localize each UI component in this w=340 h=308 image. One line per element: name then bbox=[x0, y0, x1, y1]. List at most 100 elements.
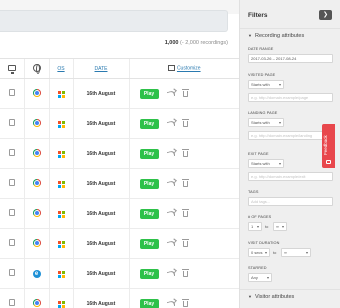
table-row[interactable]: 16th August Play bbox=[0, 198, 239, 229]
recordings-count-total: 1,000 bbox=[164, 40, 179, 46]
message-icon bbox=[326, 160, 331, 164]
browser-cell bbox=[23, 78, 49, 109]
select-value: Starts with bbox=[251, 161, 270, 166]
table-row[interactable]: 16th August Play bbox=[0, 108, 239, 139]
browser-cell bbox=[23, 288, 49, 308]
table-row[interactable]: 16th August Play bbox=[0, 288, 239, 308]
device-cell bbox=[0, 138, 24, 169]
actions-cell: Play bbox=[128, 288, 239, 308]
trash-icon[interactable] bbox=[181, 178, 189, 187]
share-icon[interactable] bbox=[166, 269, 175, 278]
share-icon[interactable] bbox=[166, 119, 175, 128]
date-cell: 16th August bbox=[72, 228, 129, 259]
trash-icon[interactable] bbox=[181, 148, 189, 157]
os-cell bbox=[48, 168, 73, 199]
visited-page-match-select[interactable]: Starts with bbox=[248, 80, 284, 89]
play-button[interactable]: Play bbox=[139, 298, 159, 308]
share-icon[interactable] bbox=[166, 299, 175, 308]
os-cell bbox=[48, 228, 73, 259]
os-cell bbox=[48, 288, 73, 308]
header-date[interactable]: DATE bbox=[72, 58, 129, 79]
caret-down-icon bbox=[279, 122, 281, 124]
duration-min-select[interactable]: 0 secs bbox=[248, 248, 270, 257]
recording-attributes-section[interactable]: ▼ Recording attributes bbox=[248, 33, 304, 39]
play-button[interactable]: Play bbox=[139, 178, 159, 189]
os-cell bbox=[48, 108, 73, 139]
trash-icon[interactable] bbox=[181, 268, 189, 277]
table-row[interactable]: 16th August Play bbox=[0, 168, 239, 199]
browser-cell bbox=[23, 168, 49, 199]
trash-icon[interactable] bbox=[181, 298, 189, 307]
feedback-tab[interactable]: Feedback bbox=[322, 124, 335, 168]
customize-link[interactable]: Customize bbox=[177, 66, 201, 72]
caret-down-icon bbox=[279, 163, 281, 165]
select-value: ∞ bbox=[284, 250, 287, 255]
table-header-row: OS DATE Customize bbox=[0, 58, 239, 79]
recordings-table: OS DATE Customize 16th August Play 16th Au… bbox=[0, 58, 239, 308]
play-button[interactable]: Play bbox=[139, 148, 159, 159]
header-os[interactable]: OS bbox=[48, 58, 73, 79]
browser-cell: e bbox=[23, 258, 49, 289]
header-device[interactable] bbox=[0, 58, 24, 79]
exit-page-match-select[interactable]: Starts with bbox=[248, 159, 284, 168]
share-icon[interactable] bbox=[166, 149, 175, 158]
caret-down-icon bbox=[265, 252, 267, 254]
num-pages-max-select[interactable]: ∞ bbox=[273, 222, 287, 231]
landing-page-input[interactable]: e.g. http://domain.example/landing bbox=[248, 131, 333, 140]
actions-cell: Play bbox=[128, 138, 239, 169]
num-pages-min-select[interactable]: 1 bbox=[248, 222, 262, 231]
share-icon[interactable] bbox=[166, 179, 175, 188]
visitor-attributes-section[interactable]: ▼ Visitor attributes bbox=[248, 294, 294, 300]
device-icon bbox=[8, 269, 15, 276]
actions-cell: Play bbox=[128, 108, 239, 139]
play-button[interactable]: Play bbox=[139, 268, 159, 279]
play-button[interactable]: Play bbox=[139, 238, 159, 249]
visited-page-input[interactable]: e.g. http://domain.example/page bbox=[248, 93, 333, 102]
share-icon[interactable] bbox=[166, 209, 175, 218]
trash-icon[interactable] bbox=[181, 118, 189, 127]
starred-label: Starred bbox=[248, 266, 267, 270]
trash-icon[interactable] bbox=[181, 208, 189, 217]
windows-icon bbox=[57, 300, 65, 308]
date-range-label: Date range bbox=[248, 47, 274, 51]
date-range-input[interactable]: 2017-03-26 – 2017-08-24 bbox=[248, 54, 333, 63]
num-pages-to: to bbox=[265, 224, 269, 229]
table-row[interactable]: 16th August Play bbox=[0, 138, 239, 169]
device-icon bbox=[8, 89, 15, 96]
header-customize[interactable]: Customize bbox=[128, 58, 239, 79]
share-icon[interactable] bbox=[166, 239, 175, 248]
header-browser[interactable] bbox=[23, 58, 49, 79]
filters-title: Filters bbox=[248, 12, 268, 19]
share-icon[interactable] bbox=[166, 89, 175, 98]
date-cell: 16th August bbox=[72, 258, 129, 289]
table-row[interactable]: 16th August Play bbox=[0, 78, 239, 109]
search-bar[interactable] bbox=[0, 10, 228, 32]
tags-input[interactable]: Add tags... bbox=[248, 197, 333, 206]
chevron-down-icon: ▼ bbox=[248, 33, 252, 38]
windows-icon bbox=[57, 240, 65, 248]
date-cell: 16th August bbox=[72, 198, 129, 229]
play-button[interactable]: Play bbox=[139, 118, 159, 129]
os-cell bbox=[48, 138, 73, 169]
close-filters-button[interactable]: ❯ bbox=[319, 10, 332, 20]
landing-page-match-select[interactable]: Starts with bbox=[248, 118, 284, 127]
table-row[interactable]: 16th August Play bbox=[0, 228, 239, 259]
table-row[interactable]: e 16th August Play bbox=[0, 258, 239, 289]
actions-cell: Play bbox=[128, 258, 239, 289]
trash-icon[interactable] bbox=[181, 88, 189, 97]
exit-page-input[interactable]: e.g. http://domain.example/exit bbox=[248, 172, 333, 181]
actions-cell: Play bbox=[128, 78, 239, 109]
internet-explorer-icon: e bbox=[32, 269, 41, 278]
trash-icon[interactable] bbox=[181, 238, 189, 247]
caret-down-icon bbox=[306, 252, 308, 254]
date-cell: 16th August bbox=[72, 168, 129, 199]
play-button[interactable]: Play bbox=[139, 208, 159, 219]
chrome-icon bbox=[32, 238, 41, 247]
device-icon bbox=[8, 119, 15, 126]
device-icon bbox=[8, 299, 15, 306]
date-cell: 16th August bbox=[72, 108, 129, 139]
starred-select[interactable]: Any bbox=[248, 273, 272, 282]
play-button[interactable]: Play bbox=[139, 88, 159, 99]
select-value: Any bbox=[251, 275, 258, 280]
duration-max-select[interactable]: ∞ bbox=[281, 248, 311, 257]
